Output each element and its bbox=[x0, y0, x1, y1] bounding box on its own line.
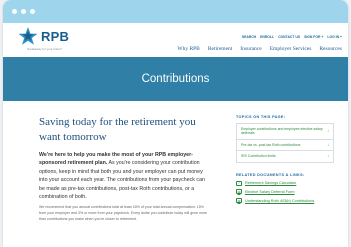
document-icon: ▤ bbox=[236, 198, 242, 204]
doc-link[interactable]: ✓ Retirement Savings Calculator bbox=[236, 180, 334, 186]
doc-label: Understanding Roth 403(b) Contributions bbox=[245, 198, 315, 203]
doc-link[interactable]: ▤ Elective Salary Deferral Form bbox=[236, 189, 334, 195]
nav-insurance[interactable]: Insurance bbox=[240, 46, 261, 52]
utility-enroll[interactable]: ENROLL bbox=[260, 35, 274, 39]
logo-text: RPB bbox=[41, 28, 70, 44]
site-logo[interactable]: RPB bbox=[18, 27, 69, 45]
topic-label: Employer contributions and employee elec… bbox=[241, 127, 323, 136]
utility-sign-for[interactable]: SIGN FOR + bbox=[304, 35, 323, 39]
utility-log-in[interactable]: LOG IN + bbox=[327, 35, 342, 39]
main-content: Saving today for the retirement you want… bbox=[3, 101, 348, 247]
site-header: RPB breakaway for your future* SEARCH EN… bbox=[3, 23, 348, 57]
nav-resources[interactable]: Resources bbox=[319, 46, 342, 52]
utility-search[interactable]: SEARCH bbox=[242, 35, 256, 39]
page-title: Contributions bbox=[141, 73, 210, 85]
article-heading: Saving today for the retirement you want… bbox=[39, 116, 196, 143]
article-small-print: We recommend that you annual contributio… bbox=[39, 205, 208, 221]
topic-label: Pre-tax vs. post-tax Roth contributions bbox=[241, 142, 301, 147]
topic-label: IRS Contribution limits bbox=[241, 154, 276, 159]
topics-title: TOPICS ON THIS PAGE: bbox=[236, 115, 286, 119]
calculator-icon: ✓ bbox=[236, 180, 242, 186]
doc-label: Retirement Savings Calculator bbox=[245, 181, 297, 186]
arrow-down-icon: ↓ bbox=[327, 153, 329, 159]
related-docs: RELATED DOCUMENTS & LINKS: ✓ Retirement … bbox=[236, 173, 334, 204]
star-logo-icon bbox=[18, 27, 38, 45]
maximize-window-icon[interactable] bbox=[30, 9, 35, 14]
doc-label: Elective Salary Deferral Form bbox=[245, 189, 295, 194]
tagline: breakaway for your future* bbox=[27, 47, 63, 51]
minimize-window-icon[interactable] bbox=[21, 9, 26, 14]
form-icon: ▤ bbox=[236, 189, 242, 195]
topic-item[interactable]: IRS Contribution limits ↓ bbox=[237, 151, 333, 162]
nav-employer-services[interactable]: Employer Services bbox=[270, 46, 312, 52]
topics-list: Employer contributions and employee elec… bbox=[236, 123, 334, 163]
topic-item[interactable]: Employer contributions and employee elec… bbox=[237, 124, 333, 140]
hero-banner: Contributions bbox=[3, 57, 348, 101]
article-intro: We're here to help you make the most of … bbox=[39, 151, 209, 201]
arrow-down-icon: ↓ bbox=[327, 128, 329, 134]
utility-nav: SEARCH ENROLL CONTACT US SIGN FOR + LOG … bbox=[242, 35, 342, 39]
doc-link[interactable]: ▤ Understanding Roth 403(b) Contribution… bbox=[236, 198, 334, 204]
arrow-down-icon: ↓ bbox=[327, 141, 329, 147]
nav-why-rpb[interactable]: Why RPB bbox=[177, 46, 199, 52]
nav-retirement[interactable]: Retirement bbox=[208, 46, 232, 52]
utility-contact[interactable]: CONTACT US bbox=[278, 35, 300, 39]
sidebar: TOPICS ON THIS PAGE: Employer contributi… bbox=[236, 115, 334, 207]
browser-window: RPB breakaway for your future* SEARCH EN… bbox=[3, 0, 348, 247]
window-titlebar bbox=[3, 0, 348, 23]
docs-title: RELATED DOCUMENTS & LINKS: bbox=[236, 172, 305, 177]
main-nav: Why RPB Retirement Insurance Employer Se… bbox=[177, 46, 342, 52]
article: Saving today for the retirement you want… bbox=[39, 115, 209, 222]
close-window-icon[interactable] bbox=[12, 9, 17, 14]
topic-item[interactable]: Pre-tax vs. post-tax Roth contributions … bbox=[237, 139, 333, 152]
